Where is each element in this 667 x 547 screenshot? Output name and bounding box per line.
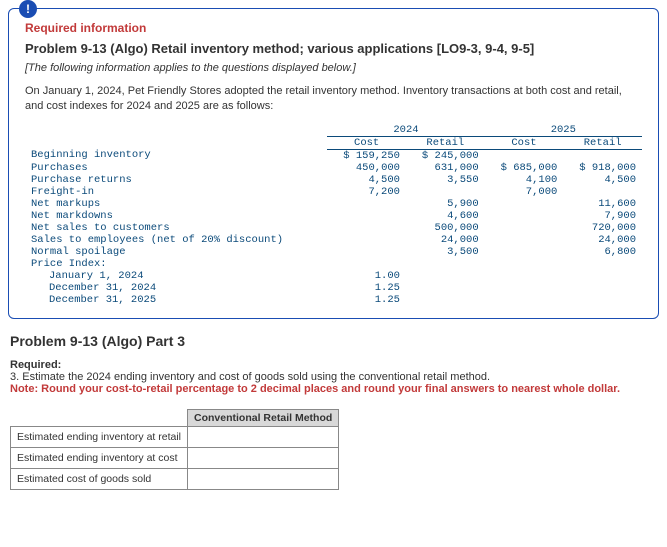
year-2024-header: 2024: [327, 124, 484, 137]
problem-title: Problem 9-13 (Algo) Retail inventory met…: [25, 41, 642, 56]
problem-body: On January 1, 2024, Pet Friendly Stores …: [25, 84, 642, 114]
info-card: ! Required information Problem 9-13 (Alg…: [8, 8, 659, 319]
requirement-block: Required: 3. Estimate the 2024 ending in…: [10, 359, 657, 395]
table-row: Normal spoilage3,5006,800: [25, 246, 642, 258]
question-text: 3. Estimate the 2024 ending inventory an…: [10, 371, 657, 383]
table-row: December 31, 20241.25: [25, 282, 642, 294]
table-row: Sales to employees (net of 20% discount)…: [25, 234, 642, 246]
answer-row-label: Estimated ending inventory at retail: [11, 426, 188, 447]
answer-table: Conventional Retail Method Estimated end…: [10, 409, 339, 490]
table-row: Purchases450,000631,000$ 685,000$ 918,00…: [25, 162, 642, 174]
table-row: January 1, 20241.00: [25, 270, 642, 282]
table-row: Net markdowns4,6007,900: [25, 210, 642, 222]
answer-row-label: Estimated cost of goods sold: [11, 468, 188, 489]
table-row: Beginning inventory$ 159,250$ 245,000: [25, 149, 642, 162]
table-row: Freight-in7,2007,000: [25, 186, 642, 198]
data-table: 2024 2025 Cost Retail Cost Retail Beginn…: [25, 124, 642, 306]
context-note: [The following information applies to th…: [25, 62, 642, 74]
year-2025-header: 2025: [485, 124, 642, 137]
col-retail-2024: Retail: [406, 136, 485, 149]
table-row: December 31, 20251.25: [25, 294, 642, 306]
required-info-heading: Required information: [25, 21, 642, 35]
table-row: Purchase returns4,5003,5504,1004,500: [25, 174, 642, 186]
ending-inventory-cost-input[interactable]: [194, 450, 306, 466]
table-row: Net markups5,90011,600: [25, 198, 642, 210]
rounding-note: Note: Round your cost-to-retail percenta…: [10, 383, 657, 395]
col-cost-2024: Cost: [327, 136, 406, 149]
part-title: Problem 9-13 (Algo) Part 3: [10, 333, 667, 349]
table-row: Net sales to customers500,000720,000: [25, 222, 642, 234]
answer-header: Conventional Retail Method: [188, 409, 339, 426]
answer-row-label: Estimated ending inventory at cost: [11, 447, 188, 468]
table-row: Price Index:: [25, 258, 642, 270]
col-retail-2025: Retail: [563, 136, 642, 149]
required-label: Required:: [10, 359, 657, 371]
cost-of-goods-sold-input[interactable]: [194, 471, 306, 487]
ending-inventory-retail-input[interactable]: [194, 429, 306, 445]
col-cost-2025: Cost: [485, 136, 564, 149]
alert-badge-icon: !: [19, 0, 37, 18]
